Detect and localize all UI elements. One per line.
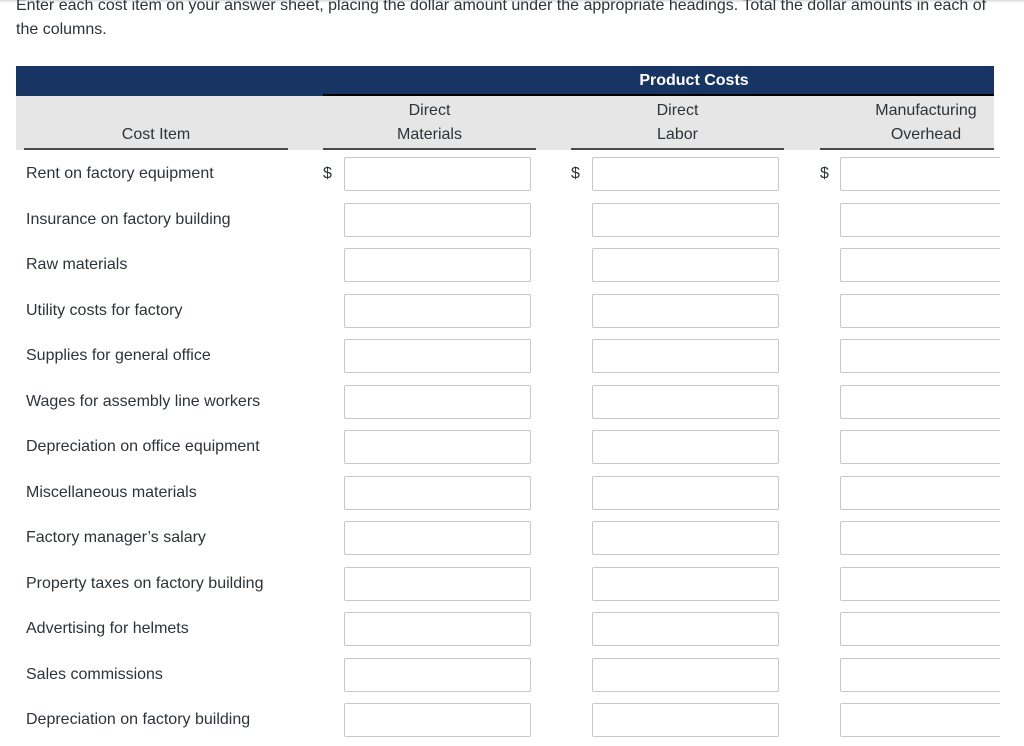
direct-labor-input[interactable]: [592, 657, 779, 692]
col-header-manufacturing-overhead: Manufacturing Overhead: [820, 99, 994, 150]
table-row: Utility costs for factory: [16, 292, 1000, 337]
col-header-direct-materials: Direct Materials: [323, 99, 536, 150]
col-underline: [323, 148, 536, 150]
direct-labor-input[interactable]: [592, 339, 779, 373]
direct-labor-input[interactable]: [592, 430, 779, 464]
manufacturing-overhead-input[interactable]: [840, 703, 1000, 737]
table-header-bar: Product Costs: [16, 66, 994, 96]
col-header-line1: Direct: [408, 102, 451, 119]
cost-item-label: Property taxes on factory building: [26, 574, 264, 592]
direct-materials-input[interactable]: [344, 703, 531, 737]
direct-labor-input[interactable]: [592, 157, 779, 191]
manufacturing-overhead-input[interactable]: [840, 248, 1000, 282]
cost-item-label: Depreciation on office equipment: [26, 438, 260, 455]
table-row: Supplies for general office: [16, 337, 1000, 382]
col-header-line2: Overhead: [890, 126, 962, 143]
table-row: Factory manager’s salary: [16, 519, 1000, 564]
direct-labor-input[interactable]: [592, 384, 779, 419]
table-row: Sales commissions: [16, 656, 1000, 701]
direct-materials-input[interactable]: [344, 202, 531, 237]
col-underline: [24, 148, 288, 150]
direct-labor-input[interactable]: [592, 566, 779, 601]
dollar-sign: $: [571, 165, 580, 182]
cost-item-label: Factory manager’s salary: [26, 529, 206, 546]
direct-materials-input[interactable]: [344, 430, 531, 464]
col-underline: [820, 148, 994, 150]
manufacturing-overhead-input[interactable]: [840, 293, 1000, 328]
direct-labor-input[interactable]: [592, 293, 779, 328]
table-row: Rent on factory equipment $ $ $: [16, 155, 1000, 200]
manufacturing-overhead-input[interactable]: [840, 521, 1000, 555]
table-row: Wages for assembly line workers: [16, 383, 1000, 428]
direct-labor-input[interactable]: [592, 248, 779, 282]
cost-item-label: Sales commissions: [26, 665, 163, 683]
direct-labor-input[interactable]: [592, 521, 779, 555]
direct-materials-input[interactable]: [344, 521, 531, 555]
col-underline: [571, 148, 784, 150]
direct-materials-input[interactable]: [344, 157, 531, 191]
table-row: Advertising for helmets: [16, 610, 1000, 655]
manufacturing-overhead-input[interactable]: [840, 430, 1000, 464]
col-header-direct-labor: Direct Labor: [571, 99, 784, 150]
manufacturing-overhead-input[interactable]: [840, 384, 1000, 419]
direct-labor-input[interactable]: [592, 703, 779, 737]
direct-labor-input[interactable]: [592, 612, 779, 646]
direct-materials-input[interactable]: [344, 384, 531, 419]
direct-labor-input[interactable]: [592, 202, 779, 237]
table-row: Depreciation on factory building: [16, 701, 1000, 746]
cost-item-label: Insurance on factory building: [26, 210, 231, 228]
table-row: Raw materials: [16, 246, 1000, 291]
manufacturing-overhead-input[interactable]: [840, 202, 1000, 237]
manufacturing-overhead-input[interactable]: [840, 566, 1000, 601]
direct-materials-input[interactable]: [344, 293, 531, 328]
col-header-line2: Materials: [397, 126, 462, 143]
direct-labor-input[interactable]: [592, 475, 779, 510]
cost-item-label: Wages for assembly line workers: [26, 392, 261, 410]
cost-item-label: Depreciation on factory building: [26, 711, 251, 728]
col-header-cost-item: Cost Item: [24, 123, 288, 150]
cost-item-label: Rent on factory equipment: [26, 165, 214, 182]
dollar-sign: $: [820, 165, 829, 182]
manufacturing-overhead-input[interactable]: [840, 157, 1000, 191]
direct-materials-input[interactable]: [344, 248, 531, 282]
manufacturing-overhead-input[interactable]: [840, 657, 1000, 692]
col-header-line1: Manufacturing: [875, 102, 977, 119]
table-row: Insurance on factory building: [16, 201, 1000, 246]
product-costs-header: Product Costs: [639, 72, 749, 89]
col-header-line1: Direct: [656, 102, 699, 119]
instructions-text: Enter each cost item on your answer shee…: [16, 0, 987, 38]
direct-materials-input[interactable]: [344, 339, 531, 373]
cost-item-label: Advertising for helmets: [26, 620, 189, 637]
manufacturing-overhead-input[interactable]: [840, 339, 1000, 373]
direct-materials-input[interactable]: [344, 475, 531, 510]
table-row: Depreciation on office equipment: [16, 428, 1000, 473]
cost-item-label: Supplies for general office: [26, 347, 211, 364]
table-row: Property taxes on factory building: [16, 565, 1000, 610]
direct-materials-input[interactable]: [344, 657, 531, 692]
cost-item-label: Utility costs for factory: [26, 301, 183, 319]
direct-materials-input[interactable]: [344, 612, 531, 646]
manufacturing-overhead-input[interactable]: [840, 612, 1000, 646]
cost-item-label: Raw materials: [26, 256, 128, 273]
dollar-sign: $: [323, 165, 332, 182]
col-header-cost-item-text: Cost Item: [121, 126, 191, 143]
direct-materials-input[interactable]: [344, 566, 531, 601]
table-row: Miscellaneous materials: [16, 474, 1000, 519]
manufacturing-overhead-input[interactable]: [840, 475, 1000, 510]
col-header-line2: Labor: [657, 126, 698, 143]
cost-item-label: Miscellaneous materials: [26, 483, 197, 501]
